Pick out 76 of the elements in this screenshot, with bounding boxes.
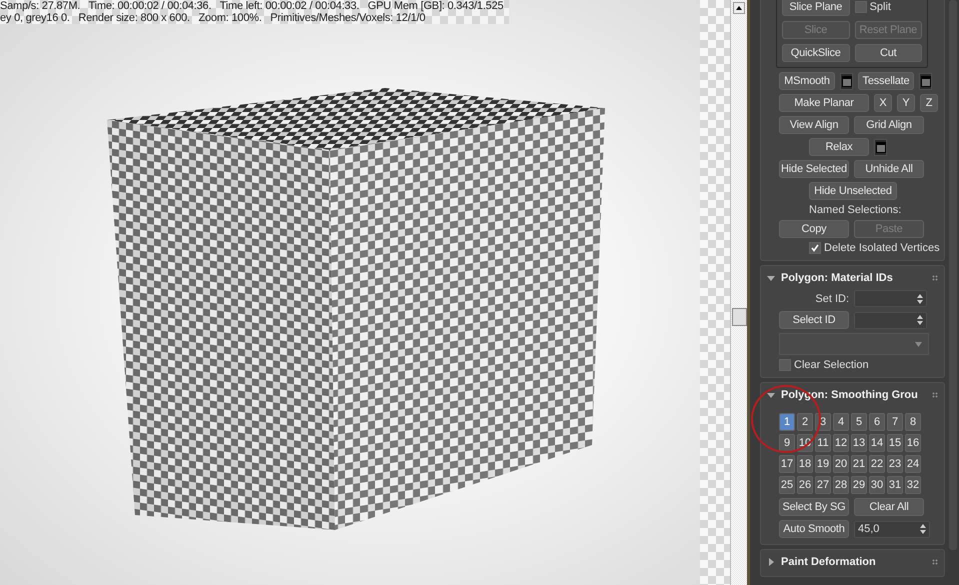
smoothing-group-button[interactable]: 13 (851, 434, 867, 452)
smoothing-group-button[interactable]: 31 (887, 476, 903, 494)
smoothing-group-button[interactable]: 19 (815, 455, 831, 473)
tool-button[interactable]: QuickSlice (782, 44, 850, 62)
tool-button[interactable]: Unhide All (854, 160, 924, 178)
checkbox[interactable]: Delete Isolated Vertices (809, 242, 940, 254)
render-status-text: ey 0, grey16 0. Render size: 800 x 600. Zoom: 100%. Primitives/Meshes/Voxels: 12/1/0 (0, 12, 426, 24)
smoothing-group-button[interactable]: 24 (905, 455, 921, 473)
viewport-scrollbar[interactable] (730, 0, 747, 585)
tool-button[interactable]: MSmooth (779, 72, 835, 90)
tool-button[interactable]: Tessellate (858, 72, 914, 90)
scroll-up-icon[interactable] (733, 2, 745, 14)
smoothing-group-button[interactable]: 25 (779, 476, 795, 494)
smoothing-group-button[interactable]: 14 (869, 434, 885, 452)
smoothing-group-button[interactable]: 27 (815, 476, 831, 494)
settings-button[interactable] (874, 138, 887, 156)
scroll-thumb[interactable] (732, 308, 747, 326)
tool-button[interactable]: Slice Plane (782, 0, 850, 16)
tool-button[interactable]: Cut (854, 44, 922, 62)
smoothing-group-button[interactable]: 6 (869, 413, 885, 431)
tool-button[interactable]: Make Planar (779, 94, 869, 112)
select-by-sg-button[interactable]: Select By SG (779, 498, 849, 516)
grip-icon (932, 392, 938, 398)
set-id-label: Set ID: (814, 292, 849, 304)
smoothing-group-button[interactable]: 28 (833, 476, 849, 494)
tool-button[interactable]: Hide Unselected (809, 182, 897, 200)
smoothing-group-button[interactable]: 5 (851, 413, 867, 431)
tool-button[interactable]: Hide Selected (779, 160, 849, 178)
render-status-text: Samp/s: 27.87M. Time: 00:00:02 / 00:04:36. Time left: 00:00:02 / 00:04:33. GPU Mem [GB]: 0.343/1.525 (0, 0, 504, 12)
smoothing-group-button[interactable]: 11 (815, 434, 831, 452)
rollout-header[interactable]: Polygon: Material IDs (767, 270, 938, 286)
smoothing-group-button[interactable]: 22 (869, 455, 885, 473)
named-selections-label: Named Selections: (809, 204, 902, 216)
smoothing-group-button[interactable]: 17 (779, 455, 795, 473)
select-id-button[interactable]: Select ID (779, 311, 849, 329)
smoothing-group-button[interactable]: 15 (887, 434, 903, 452)
tool-button[interactable]: Copy (779, 220, 849, 238)
checkbox[interactable]: Clear Selection (779, 359, 869, 371)
checkmark-icon (811, 244, 819, 252)
smoothing-group-button[interactable]: 20 (833, 455, 849, 473)
axis-button[interactable]: Z (920, 94, 938, 112)
smoothing-group-button[interactable]: 9 (779, 434, 795, 452)
smoothing-group-button[interactable]: 1 (779, 413, 795, 431)
auto-smooth-button[interactable]: Auto Smooth (779, 520, 849, 538)
threshold-spinner[interactable]: 45,0 (854, 520, 930, 538)
grip-icon (932, 559, 938, 565)
spinner-arrows-icon[interactable] (917, 294, 923, 304)
dropdown-arrow-icon (915, 342, 922, 346)
smoothing-group-button[interactable]: 23 (887, 455, 903, 473)
expand-triangle-icon (767, 558, 775, 566)
smoothing-group-button[interactable]: 26 (797, 476, 813, 494)
tool-button[interactable]: View Align (779, 116, 849, 134)
smoothing-group-button[interactable]: 7 (887, 413, 903, 431)
settings-button[interactable] (919, 72, 932, 90)
spinner-arrows-icon[interactable] (920, 524, 926, 534)
smoothing-group-button[interactable]: 4 (833, 413, 849, 431)
smoothing-group-button[interactable]: 32 (905, 476, 921, 494)
spinner-arrows-icon[interactable] (917, 315, 923, 325)
clear-all-button[interactable]: Clear All (854, 498, 924, 516)
checkbox[interactable]: Split (854, 1, 922, 13)
tool-button[interactable]: Relax (809, 138, 869, 156)
expand-triangle-icon (767, 391, 775, 399)
smoothing-group-button[interactable]: 18 (797, 455, 813, 473)
smoothing-group-button[interactable]: 30 (869, 476, 885, 494)
smoothing-group-button[interactable]: 2 (797, 413, 813, 431)
axis-button[interactable]: Y (897, 94, 915, 112)
smoothing-group-button[interactable]: 12 (833, 434, 849, 452)
smoothing-group-button[interactable]: 29 (851, 476, 867, 494)
grip-icon (932, 275, 938, 281)
smoothing-group-button[interactable]: 21 (851, 455, 867, 473)
axis-button[interactable]: X (874, 94, 892, 112)
settings-button[interactable] (840, 72, 853, 90)
expand-triangle-icon (767, 274, 775, 282)
tool-button[interactable]: Grid Align (854, 116, 924, 134)
smoothing-group-button[interactable]: 16 (905, 434, 921, 452)
smoothing-group-button[interactable]: 8 (905, 413, 921, 431)
